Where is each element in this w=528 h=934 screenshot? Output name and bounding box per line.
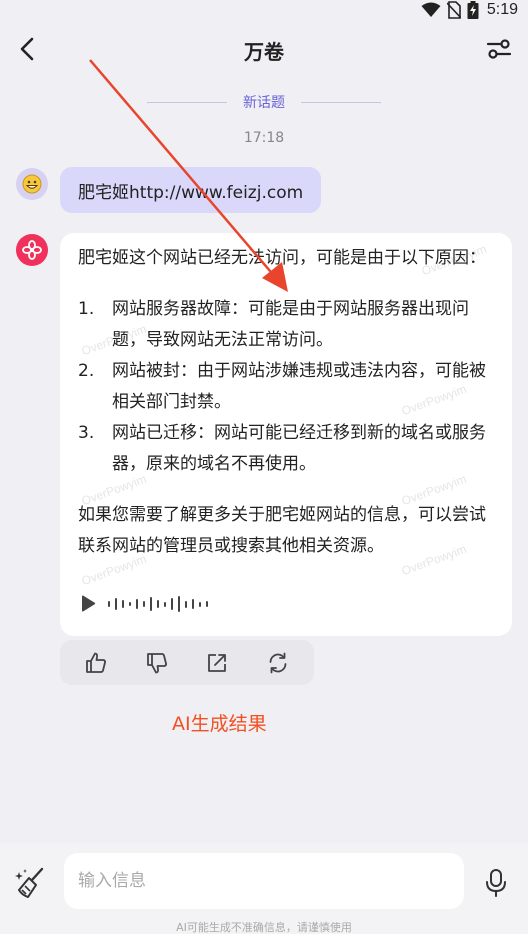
no-sim-icon <box>446 1 461 19</box>
page-title: 万卷 <box>244 40 284 64</box>
divider-line-left <box>147 101 227 103</box>
wifi-icon <box>421 2 441 17</box>
message-timestamp: 17:18 <box>243 130 285 146</box>
list-item: 3. 网站已迁移：网站可能已经迁移到新的域名或服务器，原来的域名不再使用。 <box>78 418 494 480</box>
regenerate-button[interactable] <box>261 646 295 680</box>
broom-icon <box>15 867 44 898</box>
list-item: 1. 网站服务器故障：可能是由于网站服务器出现问题，导致网站无法正常访问。 <box>78 294 494 356</box>
ai-message-content: 肥宅姬这个网站已经无法访问，可能是由于以下原因： 1. 网站服务器故障：可能是由… <box>78 243 494 562</box>
refresh-icon <box>269 652 287 673</box>
message-action-bar <box>60 640 314 685</box>
ai-intro: 肥宅姬这个网站已经无法访问，可能是由于以下原因： <box>78 248 486 268</box>
clear-chat-button[interactable] <box>10 863 50 903</box>
list-number: 3. <box>78 423 95 443</box>
new-topic-label[interactable]: 新话题 <box>243 92 285 112</box>
dislike-button[interactable] <box>140 646 174 680</box>
input-area: AI可能生成不准确信息，请谨慎使用 <box>0 843 528 934</box>
like-button[interactable] <box>79 646 113 680</box>
ai-reason-list: 1. 网站服务器故障：可能是由于网站服务器出现问题，导致网站无法正常访问。 2.… <box>78 294 494 480</box>
ai-outro: 如果您需要了解更多关于肥宅姬网站的信息，可以尝试联系网站的管理员或搜索其他相关资… <box>78 505 486 556</box>
settings-button[interactable] <box>484 34 514 64</box>
message-input[interactable] <box>64 853 464 909</box>
list-number: 1. <box>78 299 95 319</box>
list-number: 2. <box>78 361 95 381</box>
smiley-face-icon <box>22 174 42 194</box>
list-item: 2. 网站被封：由于网站涉嫌违规或违法内容，可能被相关部门封禁。 <box>78 356 494 418</box>
list-text: 网站已迁移：网站可能已经迁移到新的域名或服务器，原来的域名不再使用。 <box>112 423 486 474</box>
app-header: 万卷 <box>0 20 528 78</box>
user-message-text: 肥宅姬http://www.feizj.com <box>78 182 304 203</box>
play-icon[interactable] <box>80 595 96 613</box>
list-text: 网站服务器故障：可能是由于网站服务器出现问题，导致网站无法正常访问。 <box>112 299 469 350</box>
voice-input-button[interactable] <box>480 865 512 901</box>
ai-message-bubble[interactable]: OverPowyim OverPowyim OverPowyim OverPow… <box>60 233 512 636</box>
status-bar: 5:19 <box>0 0 528 20</box>
status-time: 5:19 <box>486 1 518 18</box>
audio-player[interactable] <box>80 591 208 617</box>
battery-charging-icon <box>467 1 479 19</box>
ai-avatar <box>16 234 48 266</box>
ai-result-caption: AI生成结果 <box>172 713 267 735</box>
sliders-icon <box>486 39 512 59</box>
ai-disclaimer: AI可能生成不准确信息，请谨慎使用 <box>176 921 352 934</box>
topic-divider: 新话题 <box>0 92 528 112</box>
share-icon <box>208 653 227 672</box>
audio-waveform <box>108 596 208 612</box>
user-avatar <box>16 168 48 200</box>
thumbs-down-icon <box>146 652 167 673</box>
divider-line-right <box>301 101 381 103</box>
share-button[interactable] <box>200 646 234 680</box>
ai-logo-icon <box>22 240 42 260</box>
status-icons: 5:19 <box>421 0 518 20</box>
user-message-bubble[interactable]: 肥宅姬http://www.feizj.com <box>60 167 322 213</box>
list-text: 网站被封：由于网站涉嫌违规或违法内容，可能被相关部门封禁。 <box>112 361 486 412</box>
microphone-icon <box>486 869 506 897</box>
thumbs-up-icon <box>86 652 107 673</box>
